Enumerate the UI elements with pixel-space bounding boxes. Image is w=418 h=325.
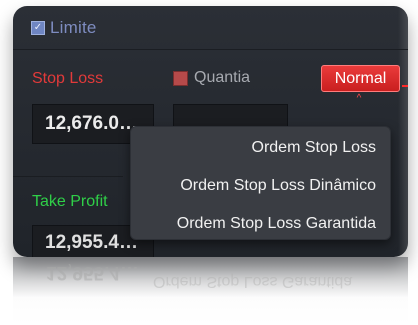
- reflection-left-text: 12,955.4…: [46, 262, 139, 283]
- checkbox-checked-icon[interactable]: ✓: [31, 21, 45, 35]
- quantia-checkbox-row[interactable]: Quantia: [173, 69, 250, 87]
- top-divider: [13, 49, 408, 50]
- stop-loss-type-menu: Ordem Stop Loss Ordem Stop Loss Dinâmico…: [130, 126, 391, 240]
- reflection-right-text: Ordem Stop Loss Garantida: [153, 273, 353, 290]
- chevron-up-icon: ^: [356, 93, 362, 104]
- reflection: 12,955.4… Ordem Stop Loss Garantida: [13, 257, 408, 325]
- take-profit-label: Take Profit: [32, 193, 108, 210]
- menu-item-guaranteed-stop-loss[interactable]: Ordem Stop Loss Garantida: [131, 207, 390, 239]
- limite-checkbox-row[interactable]: ✓ Limite: [31, 18, 97, 38]
- checkbox-icon[interactable]: [173, 70, 188, 86]
- normal-button[interactable]: Normal: [321, 65, 400, 92]
- quantia-label: Quantia: [194, 69, 251, 86]
- market-signal-red: [402, 85, 408, 87]
- section-divider: [13, 176, 123, 177]
- menu-item-dynamic-stop-loss[interactable]: Ordem Stop Loss Dinâmico: [131, 169, 390, 203]
- panel-edge: [398, 6, 408, 257]
- limite-label: Limite: [50, 18, 97, 37]
- screenshot-stage: ✓ Limite Stop Loss Quantia Normal ^ 12,6…: [0, 0, 418, 325]
- stop-loss-label: Stop Loss: [32, 70, 104, 87]
- reflection-fade: [13, 257, 408, 325]
- menu-item-stop-loss[interactable]: Ordem Stop Loss: [131, 131, 390, 165]
